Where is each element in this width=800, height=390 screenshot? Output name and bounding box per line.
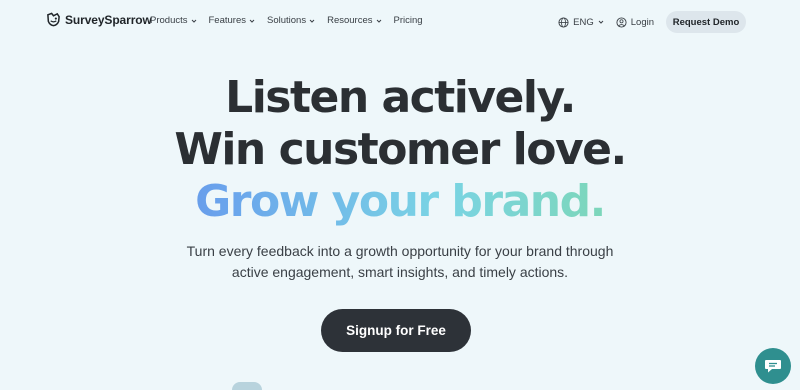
menu-features[interactable]: Features	[209, 15, 256, 26]
hero-headline: Listen actively. Win customer love. Grow…	[0, 72, 800, 228]
nav-actions: ENG Login Request Demo	[558, 11, 746, 33]
language-label: ENG	[573, 16, 594, 28]
chevron-down-icon	[191, 19, 196, 23]
user-icon	[616, 16, 627, 28]
menu-resources[interactable]: Resources	[327, 15, 381, 26]
menu-products[interactable]: Products	[150, 15, 197, 26]
content-preview-edge	[232, 382, 262, 390]
headline-line-2: Win customer love.	[174, 124, 627, 175]
login-label: Login	[630, 16, 654, 28]
chevron-down-icon	[376, 19, 381, 23]
login-link[interactable]: Login	[616, 17, 654, 28]
menu-products-label: Products	[150, 15, 188, 26]
surveysparrow-logo-icon	[47, 12, 60, 27]
menu-features-label: Features	[208, 15, 247, 26]
chat-icon	[765, 360, 781, 373]
signup-button[interactable]: Signup for Free	[321, 309, 471, 352]
globe-icon	[558, 16, 569, 28]
main-menu: Products Features Solutions Resources Pr…	[150, 15, 423, 26]
chevron-down-icon	[309, 19, 315, 23]
headline-line-1: Listen actively.	[225, 72, 576, 123]
hero-subtitle: Turn every feedback into a growth opport…	[0, 241, 800, 283]
menu-resources-label: Resources	[327, 15, 373, 26]
chat-widget-button[interactable]	[755, 348, 791, 384]
subtitle-line-1: Turn every feedback into a growth opport…	[186, 243, 614, 259]
chevron-down-icon	[598, 20, 604, 24]
top-navigation: SurveySparrow Products Features Solution…	[0, 0, 800, 42]
menu-solutions[interactable]: Solutions	[267, 15, 315, 26]
menu-pricing-label: Pricing	[393, 15, 423, 26]
menu-solutions-label: Solutions	[267, 15, 307, 26]
brand-name: SurveySparrow	[65, 12, 152, 27]
chevron-down-icon	[249, 19, 255, 23]
language-selector[interactable]: ENG	[558, 17, 604, 28]
menu-pricing[interactable]: Pricing	[394, 15, 423, 26]
brand-logo[interactable]: SurveySparrow	[46, 12, 152, 27]
headline-line-3: Grow your brand.	[0, 176, 800, 228]
subtitle-line-2: active engagement, smart insights, and t…	[231, 264, 569, 280]
request-demo-button[interactable]: Request Demo	[666, 11, 746, 33]
